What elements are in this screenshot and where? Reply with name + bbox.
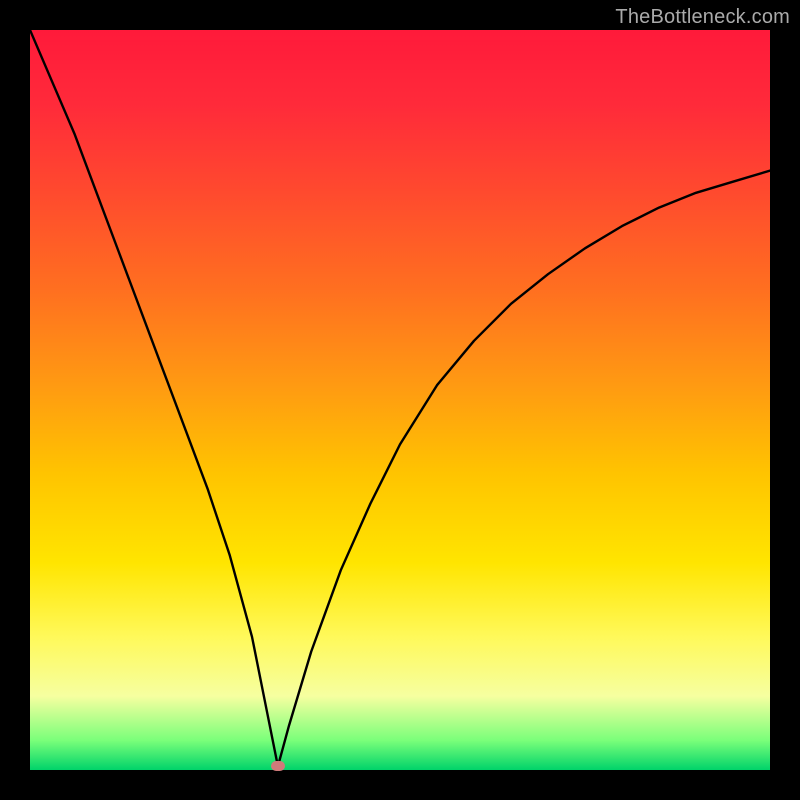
- plot-area: [30, 30, 770, 770]
- curve-svg: [30, 30, 770, 770]
- watermark-text: TheBottleneck.com: [615, 6, 790, 29]
- optimal-point-marker: [271, 761, 285, 771]
- chart-frame: TheBottleneck.com: [0, 0, 800, 800]
- bottleneck-curve: [30, 30, 770, 766]
